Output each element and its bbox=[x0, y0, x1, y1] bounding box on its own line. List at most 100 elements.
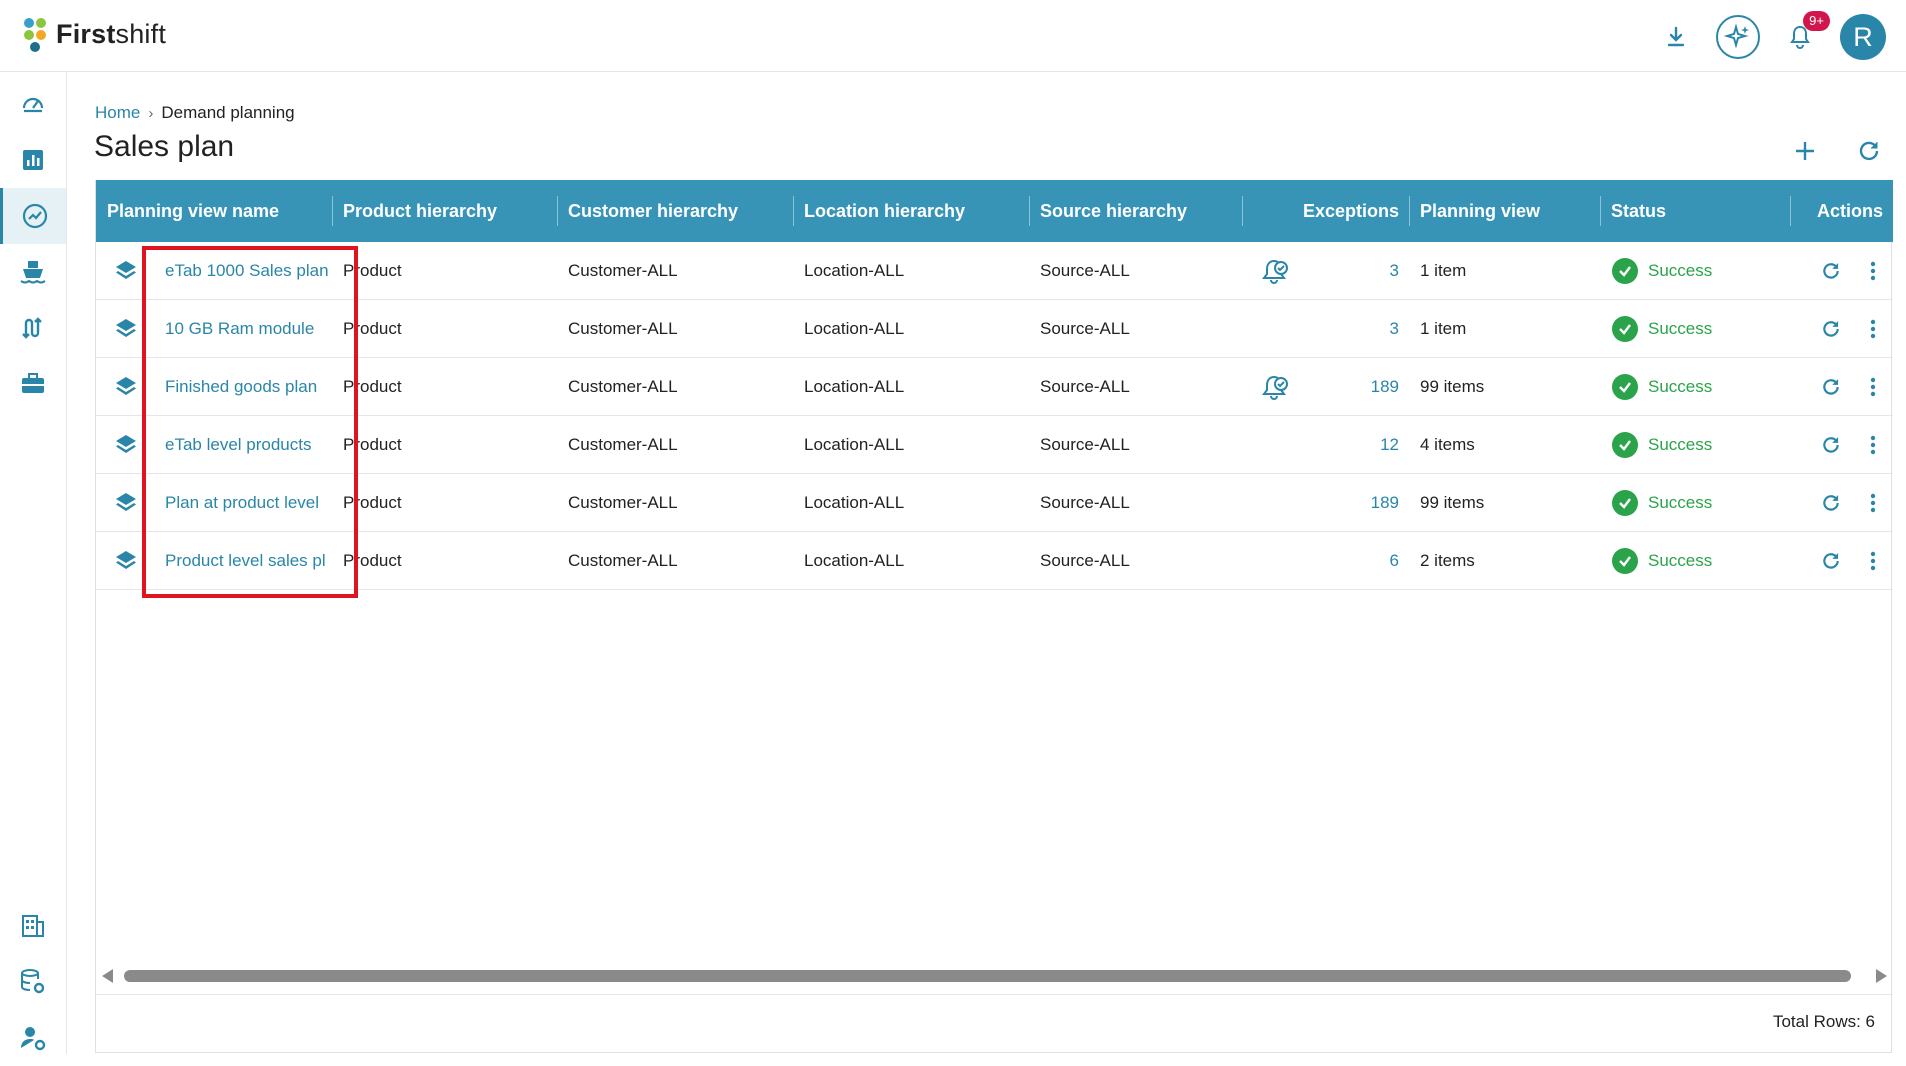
layers-icon bbox=[114, 358, 148, 416]
column-header-source[interactable]: Source hierarchy bbox=[1029, 180, 1242, 242]
notification-badge: 9+ bbox=[1803, 11, 1830, 31]
row-more-menu-button[interactable] bbox=[1861, 358, 1885, 416]
exceptions-count-link[interactable]: 3 bbox=[1306, 300, 1399, 358]
success-check-icon bbox=[1612, 374, 1638, 400]
status-text: Success bbox=[1648, 493, 1713, 512]
breadcrumb-separator: › bbox=[148, 104, 154, 122]
customer-hierarchy-cell: Customer-ALL bbox=[568, 551, 678, 570]
exceptions-count-link[interactable]: 3 bbox=[1306, 242, 1399, 300]
row-more-menu-button[interactable] bbox=[1861, 300, 1885, 358]
sidebar-item-logistics[interactable] bbox=[0, 300, 66, 356]
notification-bell-icon[interactable]: 9+ bbox=[1778, 11, 1830, 59]
row-refresh-button[interactable] bbox=[1816, 532, 1846, 590]
planning-view-name-link[interactable]: Product level sales pl bbox=[165, 532, 330, 590]
source-hierarchy-cell: Source-ALL bbox=[1040, 261, 1130, 280]
column-header-location[interactable]: Location hierarchy bbox=[793, 180, 1029, 242]
scroll-left-arrow[interactable] bbox=[102, 969, 113, 983]
sidebar-item-demand-planning[interactable] bbox=[0, 188, 66, 244]
trend-line-icon bbox=[22, 203, 47, 229]
table-row[interactable]: Product level sales pl Product Customer-… bbox=[96, 532, 1893, 590]
column-header-name[interactable]: Planning view name bbox=[96, 180, 332, 242]
route-icon bbox=[22, 317, 42, 339]
table-row[interactable]: eTab level products Product Customer-ALL… bbox=[96, 416, 1893, 474]
more-vertical-icon bbox=[1870, 435, 1876, 455]
source-hierarchy-cell: Source-ALL bbox=[1040, 435, 1130, 454]
more-vertical-icon bbox=[1870, 551, 1876, 571]
row-more-menu-button[interactable] bbox=[1861, 532, 1885, 590]
table-row[interactable]: Finished goods plan Product Customer-ALL… bbox=[96, 358, 1893, 416]
status-cell: Success bbox=[1612, 358, 1782, 416]
total-rows-count: Total Rows: 6 bbox=[1772, 1012, 1875, 1031]
status-text: Success bbox=[1648, 551, 1713, 570]
top-bar: Firstshift 9+ R bbox=[0, 0, 1906, 72]
column-header-customer[interactable]: Customer hierarchy bbox=[557, 180, 793, 242]
column-header-exceptions[interactable]: Exceptions bbox=[1242, 180, 1409, 242]
row-refresh-button[interactable] bbox=[1816, 300, 1846, 358]
download-icon[interactable] bbox=[1654, 15, 1698, 59]
planning-view-name-link[interactable]: eTab 1000 Sales plan bbox=[165, 242, 330, 300]
add-plan-button[interactable] bbox=[1788, 134, 1822, 168]
product-hierarchy-cell: Product bbox=[343, 377, 402, 396]
sidebar-item-user-settings[interactable] bbox=[0, 1010, 66, 1066]
refresh-icon bbox=[1823, 321, 1839, 337]
location-hierarchy-cell: Location-ALL bbox=[804, 377, 905, 396]
database-settings-icon bbox=[21, 969, 45, 994]
empty-alert-slot bbox=[1261, 416, 1301, 474]
more-vertical-icon bbox=[1870, 261, 1876, 281]
ai-sparkle-icon[interactable] bbox=[1716, 15, 1760, 59]
dashboard-gauge-icon bbox=[22, 97, 44, 113]
page-title: Sales plan bbox=[94, 130, 235, 163]
column-header-product[interactable]: Product hierarchy bbox=[332, 180, 557, 242]
table-header: Planning view name Product hierarchy Cus… bbox=[96, 180, 1893, 242]
product-hierarchy-cell: Product bbox=[343, 493, 402, 512]
ship-icon bbox=[20, 261, 46, 284]
column-header-status[interactable]: Status bbox=[1600, 180, 1790, 242]
refresh-list-button[interactable] bbox=[1852, 134, 1886, 168]
table-row[interactable]: Plan at product level Product Customer-A… bbox=[96, 474, 1893, 532]
status-cell: Success bbox=[1612, 532, 1782, 590]
row-refresh-button[interactable] bbox=[1816, 242, 1846, 300]
source-hierarchy-cell: Source-ALL bbox=[1040, 319, 1130, 338]
breadcrumb-current: Demand planning bbox=[161, 103, 295, 122]
planning-view-name-link[interactable]: Finished goods plan bbox=[165, 358, 330, 416]
scrollbar-thumb[interactable] bbox=[124, 970, 1851, 982]
table-row[interactable]: 10 GB Ram module Product Customer-ALL Lo… bbox=[96, 300, 1893, 358]
sidebar-item-analytics[interactable] bbox=[0, 132, 66, 188]
row-refresh-button[interactable] bbox=[1816, 358, 1846, 416]
sidebar-item-organization[interactable] bbox=[0, 898, 66, 954]
row-more-menu-button[interactable] bbox=[1861, 242, 1885, 300]
sidebar-item-business[interactable] bbox=[0, 356, 66, 412]
row-more-menu-button[interactable] bbox=[1861, 474, 1885, 532]
sidebar-item-data-settings[interactable] bbox=[0, 954, 66, 1010]
refresh-icon bbox=[1859, 141, 1879, 161]
row-more-menu-button[interactable] bbox=[1861, 416, 1885, 474]
sidebar-item-dashboard[interactable] bbox=[0, 76, 66, 132]
exception-alert-icon[interactable] bbox=[1261, 358, 1301, 416]
briefcase-icon bbox=[22, 373, 44, 393]
column-header-actions: Actions bbox=[1816, 200, 1883, 221]
scroll-right-arrow[interactable] bbox=[1876, 969, 1887, 983]
row-refresh-button[interactable] bbox=[1816, 416, 1846, 474]
location-hierarchy-cell: Location-ALL bbox=[804, 551, 905, 570]
planning-view-count-cell: 99 items bbox=[1420, 377, 1485, 396]
firstshift-logo[interactable]: Firstshift bbox=[24, 16, 166, 52]
success-check-icon bbox=[1612, 316, 1638, 342]
sidebar-item-supply[interactable] bbox=[0, 244, 66, 300]
layers-icon bbox=[114, 242, 148, 300]
customer-hierarchy-cell: Customer-ALL bbox=[568, 319, 678, 338]
exceptions-count-link[interactable]: 189 bbox=[1306, 474, 1399, 532]
planning-view-name-link[interactable]: eTab level products bbox=[165, 416, 330, 474]
exception-alert-icon[interactable] bbox=[1261, 242, 1301, 300]
planning-view-name-link[interactable]: Plan at product level bbox=[165, 474, 330, 532]
row-refresh-button[interactable] bbox=[1816, 474, 1846, 532]
user-avatar[interactable]: R bbox=[1840, 14, 1886, 60]
breadcrumb-home-link[interactable]: Home bbox=[95, 103, 140, 123]
exceptions-count-link[interactable]: 12 bbox=[1306, 416, 1399, 474]
exceptions-count-link[interactable]: 189 bbox=[1306, 358, 1399, 416]
planning-view-name-link[interactable]: 10 GB Ram module bbox=[165, 300, 330, 358]
table-row[interactable]: eTab 1000 Sales plan Product Customer-AL… bbox=[96, 242, 1893, 300]
planning-view-count-cell: 1 item bbox=[1420, 319, 1467, 338]
exceptions-count-link[interactable]: 6 bbox=[1306, 532, 1399, 590]
column-header-planning-view[interactable]: Planning view bbox=[1409, 180, 1600, 242]
horizontal-scrollbar[interactable] bbox=[96, 966, 1893, 986]
